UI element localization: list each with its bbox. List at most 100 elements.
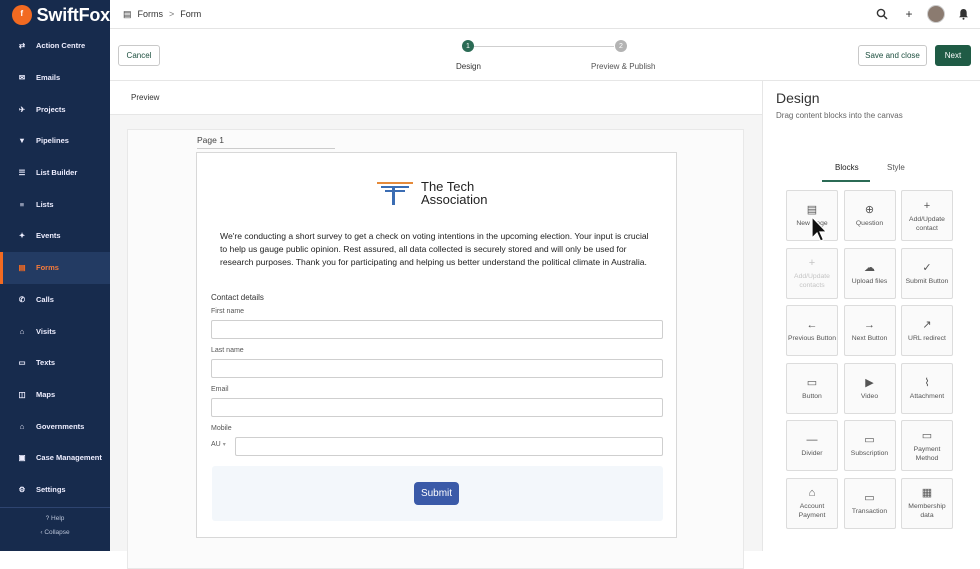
block-label: Upload files <box>851 277 888 285</box>
block-transaction[interactable]: ▭ Transaction <box>843 477 896 529</box>
block-add-update-contacts: + Add/Update contacts <box>786 247 838 299</box>
sidebar-item-forms[interactable]: ▤ Forms <box>0 251 110 284</box>
bank-icon: ⌂ <box>808 487 816 499</box>
submit-area: Submit <box>212 466 663 521</box>
action-bar: Cancel 1 Design 2 Preview & Publish Save… <box>110 29 980 81</box>
block-previous-button[interactable]: ← Previous Button <box>786 305 838 356</box>
gear-icon: ⚙ <box>18 484 26 494</box>
sidebar-item-label: Events <box>36 231 61 241</box>
add-people-icon: + <box>808 257 816 269</box>
collapse-button[interactable]: ‹ Collapse <box>0 526 110 540</box>
submit-button[interactable]: Submit <box>414 482 459 505</box>
block-subscription[interactable]: ▭ Subscription <box>843 420 896 471</box>
block-payment-method[interactable]: ▭ Payment Method <box>901 420 953 471</box>
block-label: Add/Update contact <box>909 215 945 232</box>
external-link-icon: ↗ <box>922 319 932 331</box>
mobile-field[interactable] <box>235 437 663 456</box>
sidebar-item-visits[interactable]: ⌂ Visits <box>0 315 110 347</box>
sidebar-item-settings[interactable]: ⚙ Settings <box>0 474 110 506</box>
sidebar-item-texts[interactable]: ▭ Texts <box>0 347 110 379</box>
block-button[interactable]: ▭ Button <box>786 362 838 414</box>
sidebar-item-label: Governments <box>36 421 85 431</box>
block-add-update-contact[interactable]: + Add/Update contact <box>901 190 953 241</box>
subscription-icon: ▭ <box>864 434 875 446</box>
step-1-indicator[interactable]: 1 <box>462 40 474 52</box>
add-icon[interactable]: + <box>900 5 918 23</box>
block-video[interactable]: ▶ Video <box>843 362 896 414</box>
first-name-field[interactable] <box>211 320 663 339</box>
sidebar-item-action-centre[interactable]: ⇄ Action Centre <box>0 30 110 62</box>
button-icon: ▭ <box>806 376 818 389</box>
divider-icon: — <box>806 434 818 446</box>
sidebar-item-list-builder[interactable]: ☰ List Builder <box>0 157 110 189</box>
block-label: Button <box>802 392 822 400</box>
sidebar-item-projects[interactable]: ✈ Projects <box>0 93 110 125</box>
membership-icon: ▦ <box>921 487 933 499</box>
breadcrumb-forms[interactable]: Forms <box>138 9 164 19</box>
block-upload-files[interactable]: ☁ Upload files <box>843 247 896 299</box>
breadcrumb-form: Form <box>180 9 202 19</box>
app-logo[interactable]: ᶠ SwiftFox <box>0 0 110 30</box>
tab-style[interactable]: Style <box>887 163 905 172</box>
block-label: Video <box>860 392 879 400</box>
list-icon: ≡ <box>19 199 25 209</box>
last-name-field[interactable] <box>211 359 663 378</box>
sidebar-item-maps[interactable]: ◫ Maps <box>0 379 110 411</box>
help-link[interactable]: ? Help <box>0 512 110 526</box>
sidebar-item-lists[interactable]: ≡ Lists <box>0 188 110 220</box>
map-icon: ◫ <box>18 389 26 399</box>
first-name-label: First name <box>211 308 245 315</box>
filter-icon: ▼ <box>18 136 26 146</box>
step-1-label: Design <box>456 62 481 71</box>
step-2-indicator[interactable]: 2 <box>615 40 627 52</box>
top-bar: ▤ Forms > Form + <box>110 0 980 29</box>
bell-icon[interactable] <box>954 5 972 23</box>
top-actions: + <box>864 5 972 23</box>
block-label: Transaction <box>851 507 888 515</box>
sidebar-item-pipelines[interactable]: ▼ Pipelines <box>0 125 110 157</box>
block-submit-button[interactable]: ✓ Submit Button <box>901 247 953 299</box>
email-field[interactable] <box>211 398 663 417</box>
sidebar-footer: ? Help ‹ Collapse <box>0 507 110 540</box>
block-question[interactable]: ⊕ Question <box>843 190 896 241</box>
cloud-upload-icon: ☁ <box>864 261 875 274</box>
government-icon: ⌂ <box>19 421 25 431</box>
sidebar-item-governments[interactable]: ⌂ Governments <box>0 410 110 442</box>
sidebar-item-calls[interactable]: ✆ Calls <box>0 284 110 316</box>
sidebar-item-label: Lists <box>36 199 54 209</box>
country-code-select[interactable]: AU ▾ <box>211 441 226 448</box>
sidebar-item-label: Pipelines <box>36 136 69 146</box>
block-membership-data[interactable]: ▦ Membership data <box>901 477 953 529</box>
block-attachment[interactable]: ⌇ Attachment <box>901 362 953 414</box>
block-next-button[interactable]: → Next Button <box>843 305 896 356</box>
sidebar-item-events[interactable]: ✦ Events <box>0 220 110 252</box>
sidebar-item-label: Forms <box>36 263 59 273</box>
save-and-close-button[interactable]: Save and close <box>858 45 927 66</box>
avatar[interactable] <box>927 5 945 23</box>
block-label: Attachment <box>909 392 945 400</box>
sidebar-item-label: Emails <box>36 73 61 83</box>
page-label[interactable]: Page 1 <box>197 135 335 149</box>
block-url-redirect[interactable]: ↗ URL redirect <box>901 305 953 356</box>
block-divider[interactable]: — Divider <box>786 420 838 471</box>
sidebar: ᶠ SwiftFox ⇄ Action Centre ✉ Emails ✈ Project… <box>0 0 110 551</box>
search-icon[interactable] <box>873 5 891 23</box>
forms-icon: ▤ <box>18 263 26 273</box>
form-preview[interactable]: The Tech Association We're conducting a … <box>196 152 677 538</box>
block-account-payment[interactable]: ⌂ Account Payment <box>786 477 838 529</box>
sidebar-item-label: Case Management <box>36 453 102 463</box>
paperclip-icon: ⌇ <box>924 376 930 389</box>
block-label: Payment Method <box>913 445 941 462</box>
next-button[interactable]: Next <box>935 45 971 66</box>
last-name-label: Last name <box>211 347 244 354</box>
mouse-cursor-icon <box>811 216 827 242</box>
sidebar-item-label: Projects <box>36 104 66 114</box>
sidebar-item-label: Settings <box>36 484 66 494</box>
preview-tab[interactable]: Preview <box>110 81 762 115</box>
sidebar-item-emails[interactable]: ✉ Emails <box>0 62 110 94</box>
forms-icon: ▤ <box>123 8 132 19</box>
sidebar-item-case-management[interactable]: ▣ Case Management <box>0 442 110 474</box>
tab-blocks[interactable]: Blocks <box>835 163 859 172</box>
org-name-line2: Association <box>421 192 488 207</box>
cancel-button[interactable]: Cancel <box>118 45 160 66</box>
